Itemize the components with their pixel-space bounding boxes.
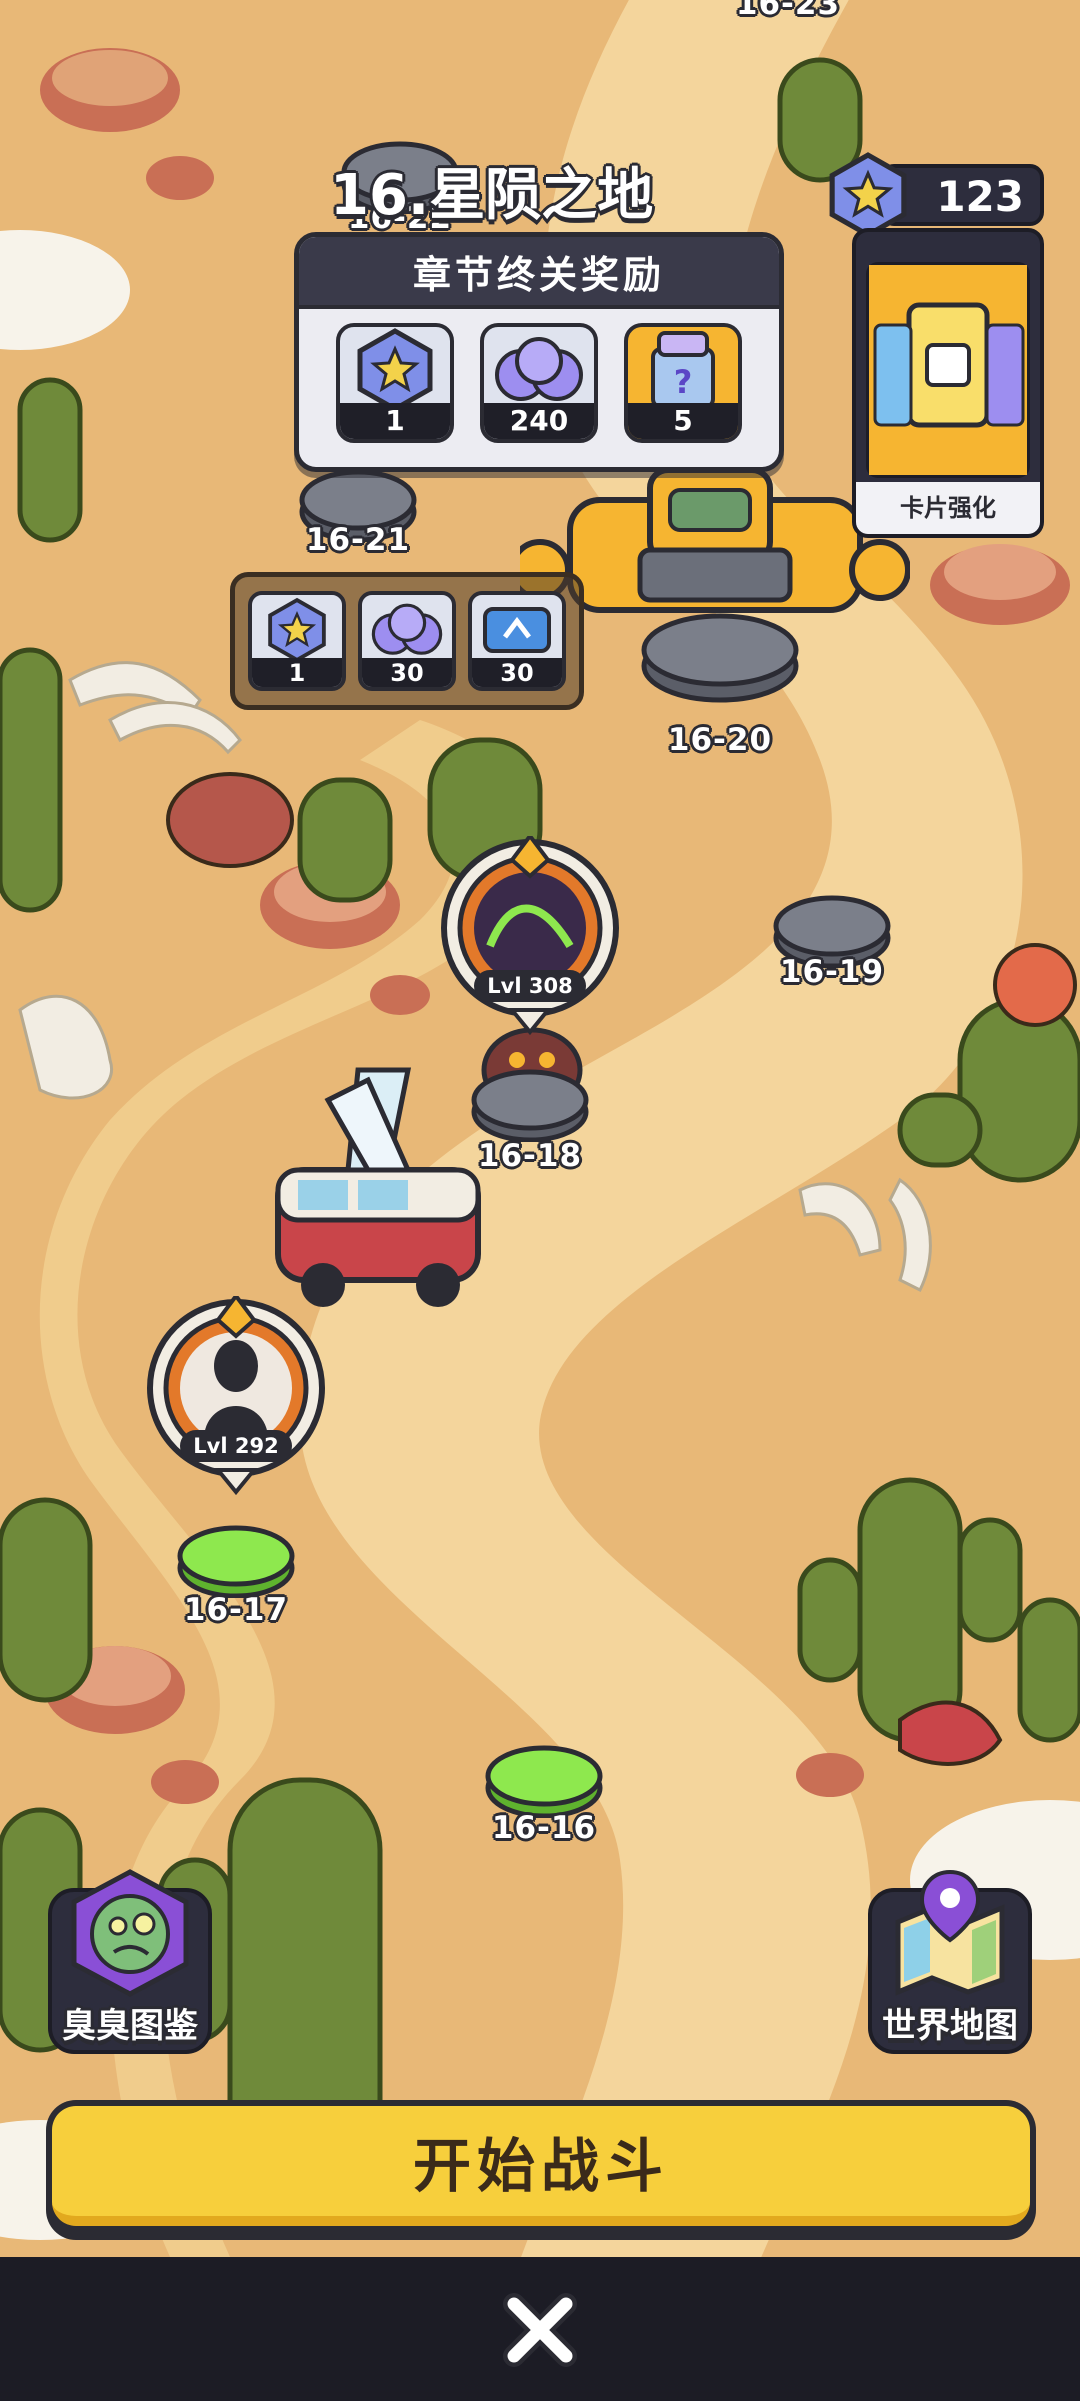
player-level: Lvl 292	[180, 1430, 292, 1462]
chapter-reward-title: 章节终关奖励	[412, 252, 665, 297]
reward-slot[interactable]: 30	[468, 591, 566, 691]
start-battle-button[interactable]: 开始战斗	[46, 2100, 1036, 2240]
cleared-stage-disk-icon	[485, 1745, 603, 1818]
close-icon[interactable]	[500, 2290, 580, 2370]
stage-label: 16-23	[735, 0, 841, 22]
start-battle-label: 开始战斗	[412, 2132, 669, 2200]
player-avatar-frame-icon	[147, 1292, 325, 1496]
blue-ticket-icon	[483, 606, 551, 653]
reward-count: 1	[252, 657, 342, 687]
reward-slot[interactable]: 1	[248, 591, 346, 691]
map-pin-icon	[895, 1869, 1005, 1996]
card-art-icon	[866, 262, 1030, 478]
current-stage-disk-icon	[471, 1069, 589, 1142]
zombie-guide-button[interactable]: 臭臭图鉴	[48, 1868, 212, 2054]
zombie-face-icon	[71, 1869, 189, 1997]
stage-node-16-20[interactable]: 16-20	[640, 604, 800, 758]
stage-label: 16-19	[779, 954, 885, 990]
stage-reward-panel[interactable]: 1 30 30	[230, 572, 584, 710]
cleared-stage-disk-icon	[177, 1525, 295, 1598]
reward-slot[interactable]: 30	[358, 591, 456, 691]
svg-text:?: ?	[674, 363, 693, 401]
reward-count: 1	[340, 403, 450, 439]
reward-slot[interactable]: 240	[480, 323, 598, 443]
player-avatar-frame-icon	[441, 832, 619, 1036]
star-gem-icon	[829, 152, 907, 238]
stage-node-16-17[interactable]: 16-17	[176, 1522, 296, 1628]
stage-label: 16-21	[305, 522, 411, 558]
reward-slot[interactable]: ? 5	[624, 323, 742, 443]
player-level: Lvl 308	[474, 970, 586, 1002]
chapter-reward-panel[interactable]: 章节终关奖励 1 240 ? 5	[294, 232, 784, 472]
chapter-reward-header: 章节终关奖励	[299, 237, 779, 309]
card-upgrade-button[interactable]: 卡片强化	[852, 228, 1044, 538]
stage-node-16-18[interactable]: 16-18	[470, 1066, 590, 1174]
zombie-guide-label: 臭臭图鉴	[62, 2006, 198, 2046]
card-upgrade-label: 卡片强化	[856, 482, 1040, 534]
boss-stage-disk-icon	[641, 613, 799, 703]
reward-count: 30	[362, 657, 452, 687]
reward-count: 240	[484, 403, 594, 439]
stage-label: 16-20	[667, 722, 773, 758]
star-gem-icon	[357, 327, 433, 412]
player-badge[interactable]: Lvl 292	[146, 1292, 326, 1496]
world-map-label: 世界地图	[882, 2006, 1018, 2046]
player-badge[interactable]: Lvl 308	[440, 832, 620, 1036]
stage-node-16-16[interactable]: 16-16	[484, 1742, 604, 1846]
reward-slot[interactable]: 1	[336, 323, 454, 443]
star-gem-icon	[268, 597, 326, 663]
currency-value: 123	[936, 172, 1024, 221]
reward-count: 30	[472, 657, 562, 687]
mystery-box-icon: ?	[651, 330, 715, 409]
stage-node-16-23[interactable]: 16-23	[728, 0, 848, 40]
stage-label: 16-17	[183, 1592, 289, 1628]
purple-orbs-icon	[371, 603, 443, 655]
reward-count: 5	[628, 403, 738, 439]
purple-orbs-icon	[495, 336, 583, 401]
chapter-title: 16.星陨之地	[330, 163, 654, 228]
stage-node-16-21[interactable]: 16-21	[298, 466, 418, 558]
stage-label: 16-16	[491, 1810, 597, 1846]
stage-node-16-19[interactable]: 16-19	[772, 892, 892, 990]
stage-label: 16-18	[477, 1138, 583, 1174]
world-map-button[interactable]: 世界地图	[868, 1868, 1032, 2054]
